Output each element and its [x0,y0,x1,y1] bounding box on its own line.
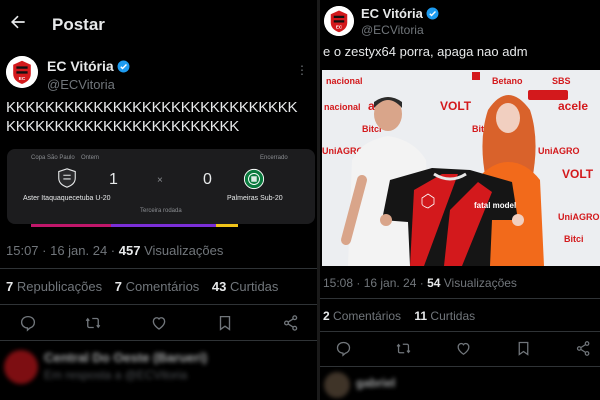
competition-label: Copa São Paulo [31,155,75,161]
match-card[interactable]: Copa São Paulo Ontem Encerrado 1 × 0 Ast… [7,149,315,224]
verified-icon [426,7,439,20]
comments-stat[interactable]: 7 Comentários [115,279,200,294]
top-bar: Postar [0,0,317,50]
likes-stat[interactable]: 43 Curtidas [212,279,279,294]
photo-logo: fatal model [474,201,516,210]
reposts-stat[interactable]: 7 Republicações [6,279,102,294]
views-count: 54 [427,276,441,290]
photo-logo: nacional [324,102,361,112]
home-team-name: Aster Itaquaquecetuba U-20 [23,195,111,202]
author-name[interactable]: EC Vitória [47,58,114,74]
author-name[interactable]: EC Vitória [361,6,423,21]
bookmark-icon[interactable] [515,340,532,357]
divider [0,340,317,341]
score-separator: × [157,175,163,186]
photo-logo: VOLT [562,167,594,181]
avatar[interactable]: EC [6,56,38,88]
repost-icon[interactable] [84,314,102,332]
repost-icon[interactable] [395,340,412,357]
post-meta: 15:08 · 16 jan. 24 · 54 Visualizações [323,276,517,290]
share-icon[interactable] [282,314,300,332]
next-post-author: gabriel [356,376,396,390]
card-accent-bar [7,224,315,227]
next-post-subtext: Em resposta a @ECVitoria [44,368,188,382]
photo-logo: Bitci [564,234,584,244]
page-title: Postar [52,15,105,34]
post-photo[interactable]: nacional Betano SBS nacional acele VOLT … [322,70,600,266]
reply-icon[interactable] [19,314,37,332]
photo-logo: Betano [492,76,523,86]
more-dots-icon[interactable]: ⋮ [296,63,308,77]
team-crest-icon [243,168,265,190]
round-label: Terceira rodada [140,208,182,214]
divider [320,298,600,299]
post-stats: 2 Comentários 11 Curtidas [323,309,475,323]
svg-text:EC: EC [19,76,26,82]
photo-logo: UniAGRO [558,212,600,222]
views-label: Visualizações [440,276,517,290]
tweet-line: KKKKKKKKKKKKKKKKKKKKKKKKKKKKKK [6,99,298,116]
divider [0,304,317,305]
tweet-text: e o zestyx64 porra, apaga nao adm [323,44,528,59]
away-score: 0 [203,171,212,188]
next-post-preview[interactable]: Central Do Oeste (Barueri) Em resposta a… [0,344,317,400]
photo-logo: nacional [326,76,363,86]
photo-logo: acele [558,99,588,113]
comments-stat[interactable]: 2 Comentários [323,309,401,323]
author-handle: @ECVitoria [361,23,424,37]
likes-stat[interactable]: 11 Curtidas [414,309,475,323]
author-handle: @ECVitoria [47,77,115,92]
avatar[interactable]: EC [324,6,354,36]
next-post-author: Central Do Oeste (Barueri) [44,350,208,365]
away-team-name: Palmeiras Sub-20 [227,195,283,202]
left-post-pane: Postar EC EC Vitória @ECVitoria ⋮ KKKKKK… [0,0,317,400]
post-meta: 15:07 · 16 jan. 24 · 457 Visualizações [6,243,223,258]
match-status-label: Encerrado [260,155,288,161]
timestamp[interactable]: 15:07 · 16 jan. 24 · [6,243,119,258]
divider [320,366,600,367]
avatar [4,350,38,384]
next-post-preview[interactable]: gabriel [320,370,600,400]
post-stats: 7 Republicações 7 Comentários 43 Curtida… [6,279,278,294]
timestamp[interactable]: 15:08 · 16 jan. 24 · [323,276,427,290]
divider [0,268,317,269]
reply-icon[interactable] [335,340,352,357]
back-arrow-icon[interactable] [8,12,28,32]
views-count: 457 [118,243,141,258]
share-icon[interactable] [575,340,592,357]
bookmark-icon[interactable] [216,314,234,332]
match-date-label: Ontem [81,155,100,161]
like-icon[interactable] [455,340,472,357]
views-label: Visualizações [140,243,224,258]
author-info[interactable]: EC Vitória @ECVitoria [361,6,439,37]
photo-logo: UniAGRO [538,146,580,156]
svg-text:EC: EC [336,25,343,30]
tweet-text: KKKKKKKKKKKKKKKKKKKKKKKKKKKKKK KKKKKKKKK… [6,98,317,136]
author-info[interactable]: EC Vitória @ECVitoria [47,58,130,92]
photo-logo: SBS [552,76,571,86]
photo-logo: VOLT [440,99,472,113]
home-score: 1 [109,171,118,188]
tweet-line: KKKKKKKKKKKKKKKKKKKKKKKK [6,118,239,135]
verified-icon [117,60,130,73]
like-icon[interactable] [150,314,168,332]
divider [320,331,600,332]
team-crest-icon [56,167,78,189]
photo-image: nacional Betano SBS nacional acele VOLT … [322,70,600,266]
avatar [324,372,350,398]
